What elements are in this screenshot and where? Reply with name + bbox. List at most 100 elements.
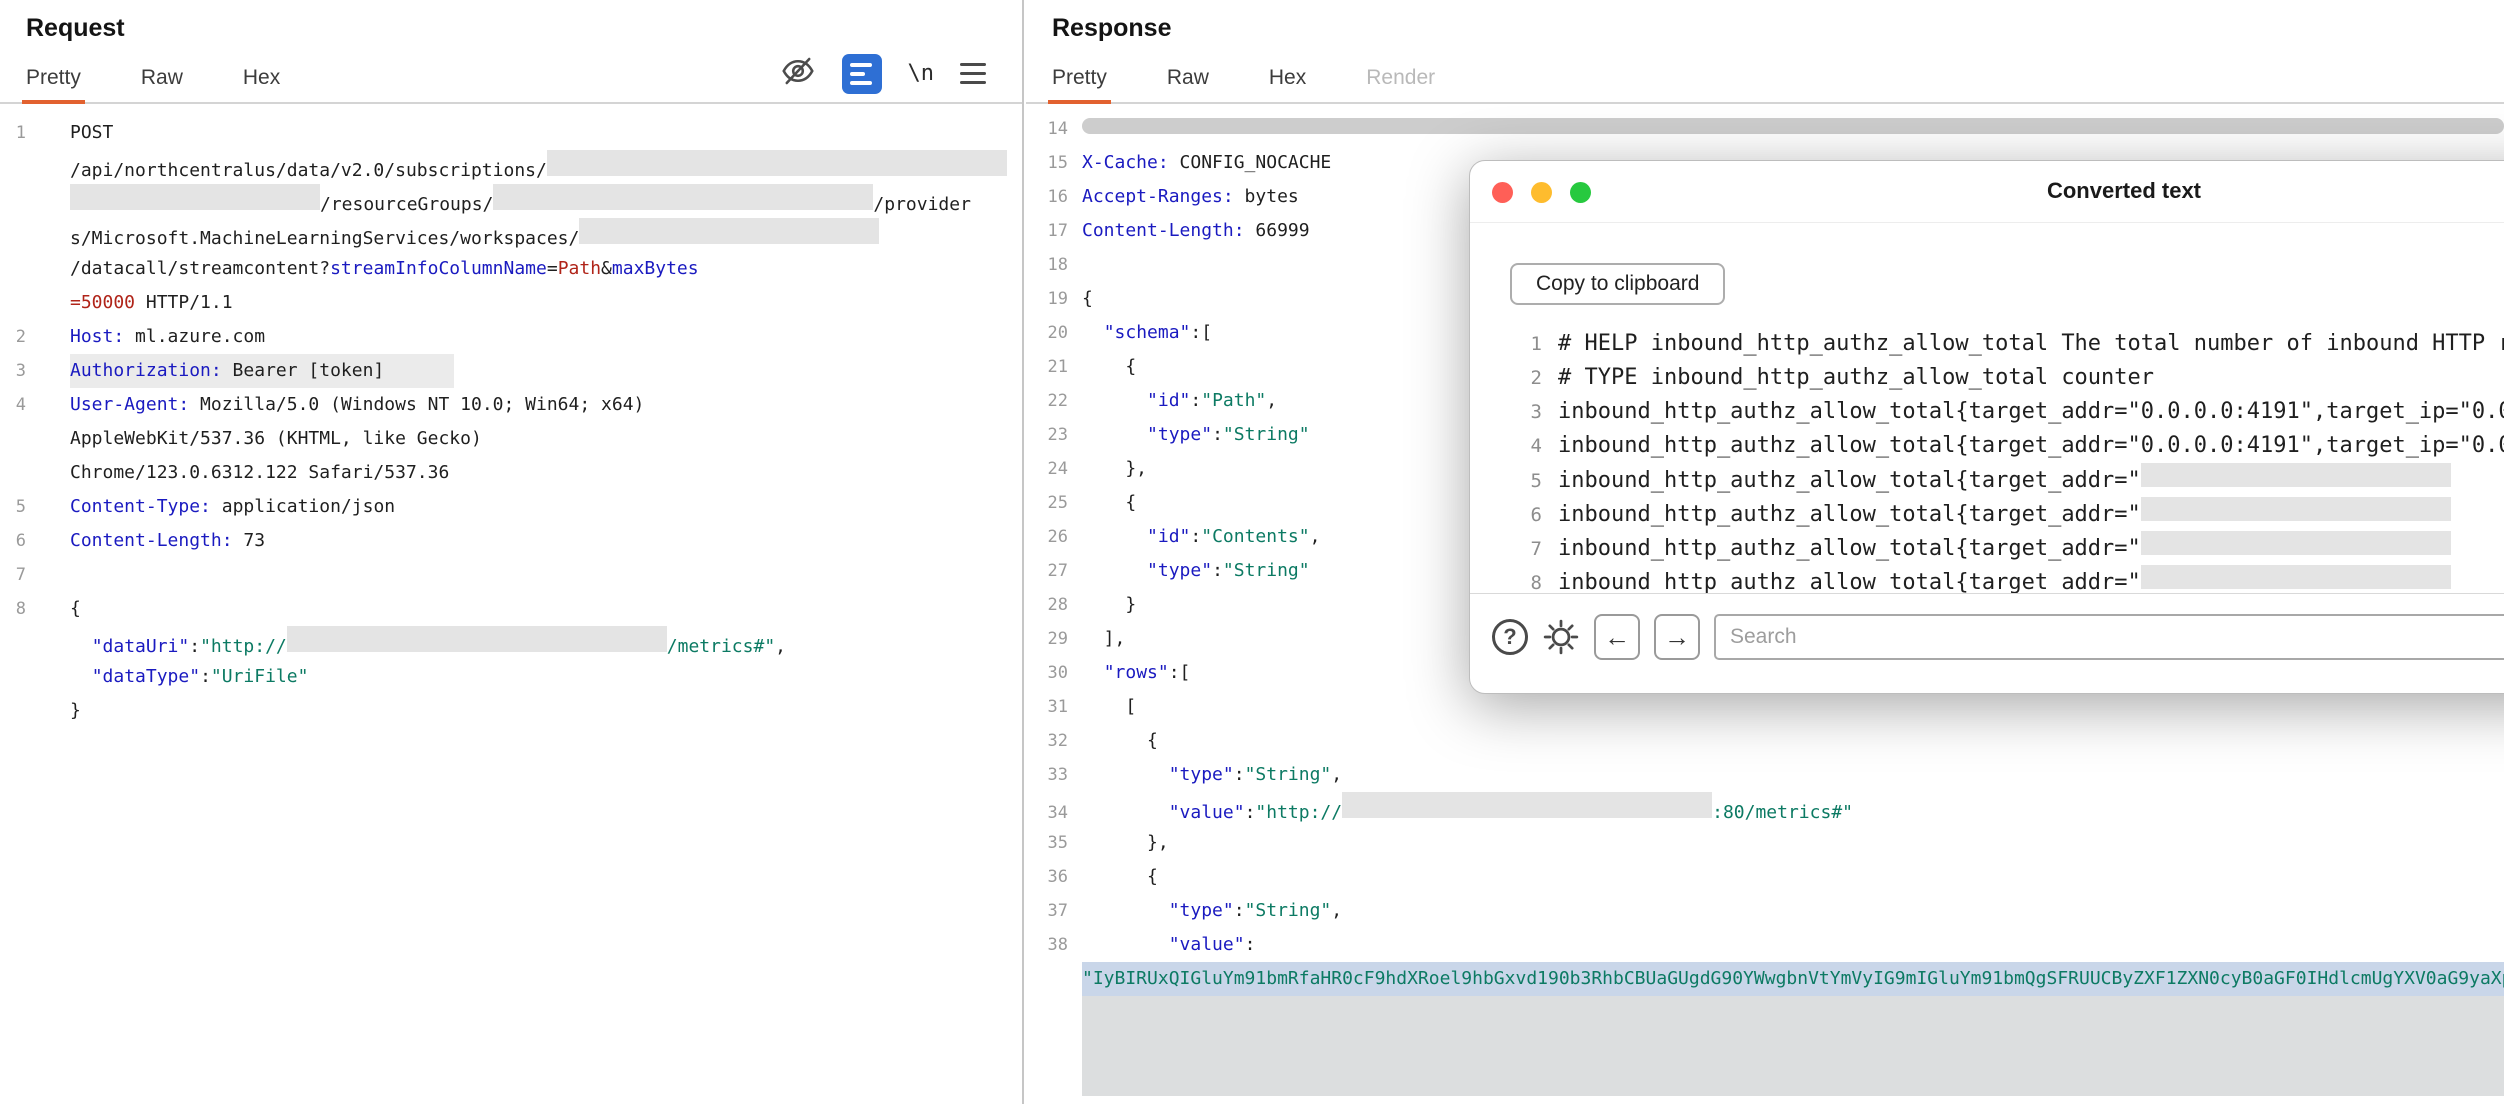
code-text: bytes bbox=[1234, 180, 1299, 214]
redacted-text bbox=[2141, 497, 2451, 521]
code-text: Host: bbox=[70, 320, 124, 354]
code-text: "dataUri" bbox=[92, 630, 190, 664]
tab-raw[interactable]: Raw bbox=[1163, 66, 1213, 102]
line-number: 8 bbox=[0, 592, 70, 626]
back-button[interactable]: ← bbox=[1594, 614, 1640, 660]
editor-menu-icon[interactable] bbox=[960, 63, 986, 84]
code-text: : bbox=[1234, 758, 1245, 792]
code-text: s/Microsoft.MachineLearningServices/work… bbox=[70, 222, 579, 256]
code-text bbox=[1082, 656, 1104, 690]
request-tabbar: Pretty Raw Hex \n bbox=[0, 49, 1022, 104]
line-number: 6 bbox=[0, 524, 70, 558]
code-text: Authorization: bbox=[70, 360, 222, 381]
line-number: 26 bbox=[1026, 520, 1082, 554]
code-line: 2# TYPE inbound_http_authz_allow_total c… bbox=[1490, 361, 2504, 395]
tab-hex[interactable]: Hex bbox=[239, 66, 284, 102]
code-text: : bbox=[1234, 894, 1245, 928]
code-text: Mozilla/5.0 (Windows NT 10.0; Win64; x64… bbox=[189, 388, 644, 422]
code-text: Path bbox=[558, 252, 601, 286]
help-icon[interactable]: ? bbox=[1492, 619, 1528, 655]
code-text: "type" bbox=[1147, 418, 1212, 452]
search-input[interactable] bbox=[1714, 614, 2504, 660]
code-text: "id" bbox=[1147, 520, 1190, 554]
code-text: } bbox=[70, 694, 81, 728]
tab-hex[interactable]: Hex bbox=[1265, 66, 1310, 102]
code-text: { bbox=[1082, 282, 1093, 316]
code-text: [ bbox=[1082, 690, 1136, 724]
syntax-highlight-icon[interactable] bbox=[842, 54, 882, 94]
line-number: 16 bbox=[1026, 180, 1082, 214]
tab-pretty[interactable]: Pretty bbox=[1048, 66, 1111, 102]
code-text: : bbox=[200, 660, 211, 694]
line-number: 34 bbox=[1026, 796, 1082, 830]
line-number: 35 bbox=[1026, 826, 1082, 860]
line-number: 5 bbox=[0, 490, 70, 524]
code-line: 6Content-Length: 73 bbox=[0, 524, 1022, 558]
code-text: "http:// bbox=[200, 630, 287, 664]
code-text: # HELP inbound_http_authz_allow_total Th… bbox=[1558, 327, 2504, 361]
code-text: /resourceGroups/ bbox=[320, 188, 493, 222]
code-text: "String" bbox=[1245, 894, 1332, 928]
burp-editor-screen: Request PrettyRawHex \n 1POST/api/northc… bbox=[0, 0, 2504, 1104]
code-text bbox=[1082, 894, 1169, 928]
show-newlines-icon[interactable]: \n bbox=[908, 61, 935, 86]
line-number: 6 bbox=[1490, 498, 1558, 532]
code-line: 2Host: ml.azure.com bbox=[0, 320, 1022, 354]
line-number: 19 bbox=[1026, 282, 1082, 316]
code-text: "Path" bbox=[1201, 384, 1266, 418]
line-number: 5 bbox=[1490, 464, 1558, 498]
forward-button[interactable]: → bbox=[1654, 614, 1700, 660]
code-text: Content-Type: bbox=[70, 490, 211, 524]
code-text: POST bbox=[70, 116, 113, 150]
code-text: inbound_http_authz_allow_total{target_ad… bbox=[1558, 429, 2504, 463]
settings-icon[interactable] bbox=[1542, 618, 1580, 656]
code-text: , bbox=[1266, 384, 1277, 418]
code-text: /api/northcentralus/data/v2.0/subscripti… bbox=[70, 154, 547, 188]
code-line: 7inbound_http_authz_allow_total{target_a… bbox=[1490, 531, 2504, 565]
tab-raw[interactable]: Raw bbox=[137, 66, 187, 102]
code-line: s/Microsoft.MachineLearningServices/work… bbox=[0, 218, 1022, 252]
code-text: # TYPE inbound_http_authz_allow_total co… bbox=[1558, 361, 2154, 395]
code-text: , bbox=[1331, 894, 1342, 928]
code-text: inbound_http_authz_allow_total{target_ad… bbox=[1558, 464, 2141, 498]
code-line: 3Authorization: Bearer [token] bbox=[0, 354, 1022, 388]
code-text: { bbox=[1082, 724, 1158, 758]
line-number: 38 bbox=[1026, 928, 1082, 962]
code-text bbox=[1082, 316, 1104, 350]
code-text: :80/metrics#" bbox=[1712, 796, 1853, 830]
line-number: 7 bbox=[1490, 532, 1558, 566]
code-text bbox=[1082, 928, 1169, 962]
line-number: 22 bbox=[1026, 384, 1082, 418]
redacted-text bbox=[2141, 463, 2451, 487]
code-text: /metrics#" bbox=[667, 630, 775, 664]
code-text: "IyBIRUxQIGluYm91bmRfaHR0cF9hdXRoel9hbGx… bbox=[1082, 962, 2504, 996]
line-number: 1 bbox=[1490, 327, 1558, 361]
code-line: 8inbound_http_authz_allow_total{target_a… bbox=[1490, 565, 2504, 593]
redacted-text bbox=[287, 626, 667, 652]
code-line: } bbox=[0, 694, 1022, 728]
line-number: 4 bbox=[1490, 429, 1558, 463]
code-text: Chrome/123.0.6312.122 Safari/537.36 bbox=[70, 456, 449, 490]
copy-to-clipboard-button[interactable]: Copy to clipboard bbox=[1510, 263, 1725, 305]
request-editor[interactable]: 1POST/api/northcentralus/data/v2.0/subsc… bbox=[0, 104, 1022, 728]
window-footer: ? ← → bbox=[1470, 593, 2504, 660]
code-text: =50000 bbox=[70, 286, 135, 320]
window-titlebar[interactable]: Converted text bbox=[1470, 161, 2504, 223]
code-text: { bbox=[1082, 350, 1136, 384]
code-text: : bbox=[1190, 520, 1201, 554]
hide-nonprintable-icon[interactable] bbox=[780, 53, 816, 94]
code-line: =50000 HTTP/1.1 bbox=[0, 286, 1022, 320]
code-text bbox=[70, 660, 92, 694]
code-line: 6inbound_http_authz_allow_total{target_a… bbox=[1490, 497, 2504, 531]
code-text bbox=[1082, 418, 1147, 452]
converted-text-content[interactable]: 1# HELP inbound_http_authz_allow_total T… bbox=[1470, 327, 2504, 593]
tab-pretty[interactable]: Pretty bbox=[22, 66, 85, 102]
code-line: 5Content-Type: application/json bbox=[0, 490, 1022, 524]
request-editor-toolbar: \n bbox=[780, 53, 1023, 94]
request-title: Request bbox=[0, 0, 1022, 49]
code-text: inbound_http_authz_allow_total{target_ad… bbox=[1558, 498, 2141, 532]
code-line: /api/northcentralus/data/v2.0/subscripti… bbox=[0, 150, 1022, 184]
code-text: , bbox=[1310, 520, 1321, 554]
code-text: : bbox=[1212, 554, 1223, 588]
line-number: 14 bbox=[1026, 112, 1082, 146]
